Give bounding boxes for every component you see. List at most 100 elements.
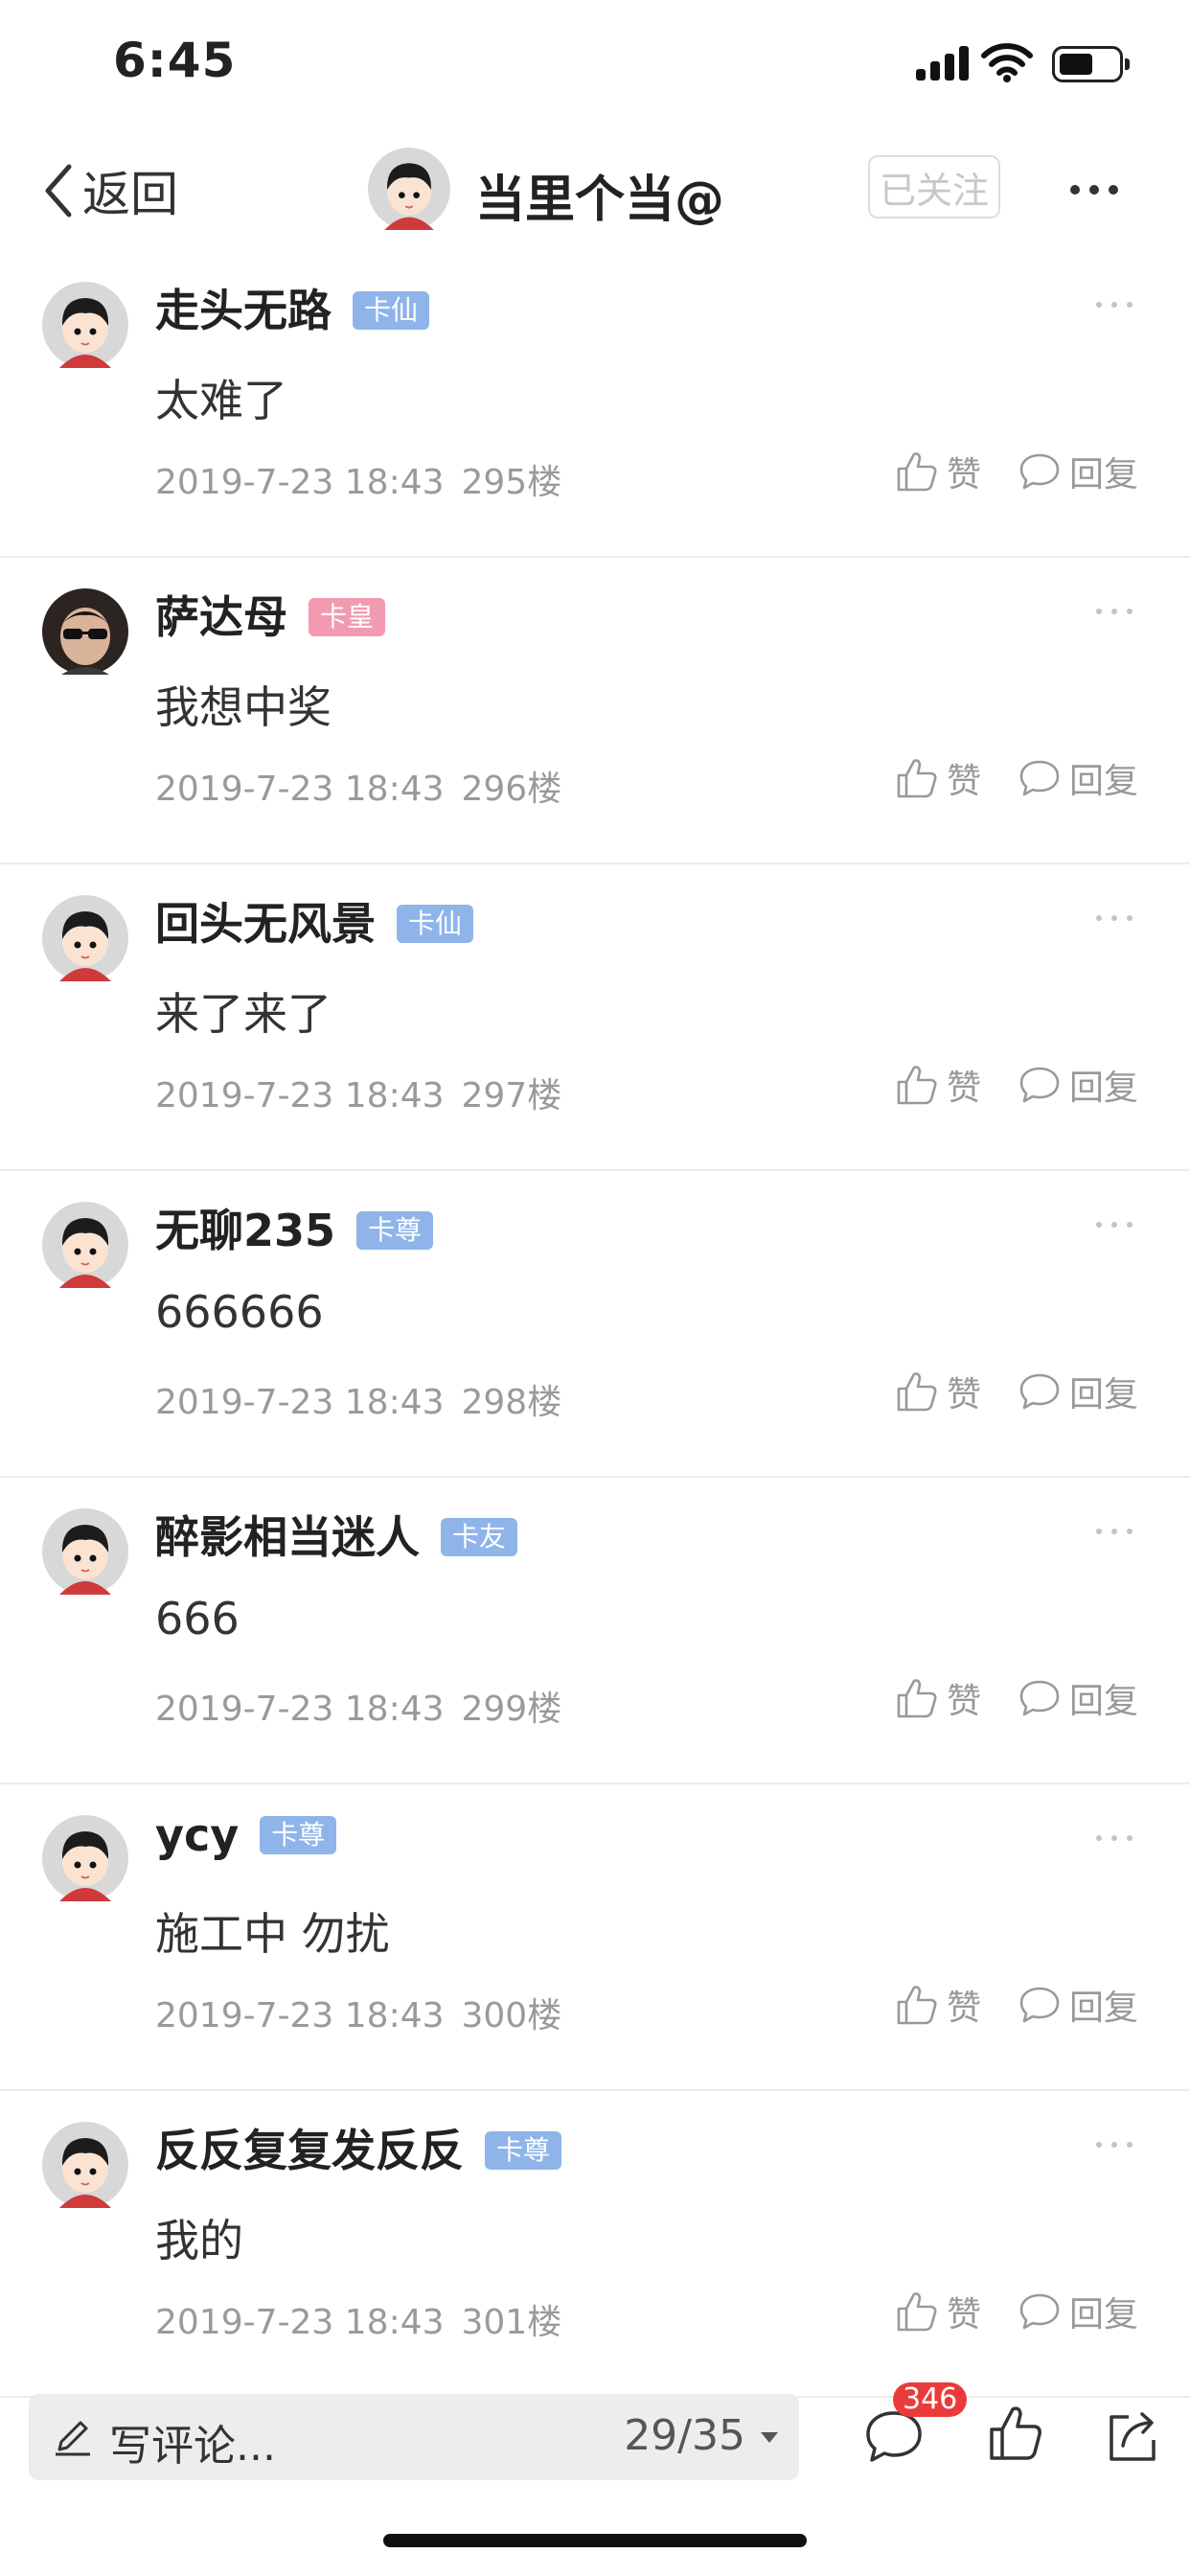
more-icon[interactable] xyxy=(1094,1832,1134,1844)
floor-number: 295楼 xyxy=(461,463,562,502)
thumbs-up-icon xyxy=(897,2292,937,2332)
username[interactable]: 反反复复发反反 卡尊 xyxy=(155,2116,562,2179)
reply-label: 回复 xyxy=(1069,455,1139,494)
like-button[interactable]: 赞 xyxy=(895,751,981,805)
like-button[interactable]: 赞 xyxy=(895,1978,981,2032)
page-title: 当里个当@ xyxy=(475,172,725,229)
username-text: 醉影相当迷人 xyxy=(155,1511,420,1563)
username[interactable]: 醉影相当迷人 卡友 xyxy=(155,1503,518,1566)
comment-input[interactable]: 写评论... 29/35 xyxy=(29,2394,799,2480)
comment-list: 走头无路 卡仙 太难了 2019-7-23 18:43 295楼 赞 回复 萨达母卡… xyxy=(0,251,1190,2398)
floor-number: 301楼 xyxy=(461,2303,562,2342)
home-indicator[interactable] xyxy=(383,2534,807,2547)
username-text: 回头无风景 xyxy=(155,898,376,950)
like-button[interactable]: 赞 xyxy=(895,1058,981,1112)
comment-content: 我的 xyxy=(155,2215,243,2266)
speech-bubble-icon xyxy=(1019,760,1060,796)
floor-number: 298楼 xyxy=(461,1383,562,1422)
comment-row: 无聊235 卡尊 666666 2019-7-23 18:43 298楼 赞 回复 xyxy=(0,1171,1190,1478)
like-button[interactable]: 赞 xyxy=(895,1365,981,1418)
floor-number: 297楼 xyxy=(461,1076,562,1116)
level-badge: 卡友 xyxy=(441,1517,518,1556)
comment-content: 来了来了 xyxy=(155,988,332,1040)
reply-button[interactable]: 回复 xyxy=(1018,751,1138,805)
reply-label: 回复 xyxy=(1069,762,1139,801)
comment-time: 2019-7-23 18:43 xyxy=(155,770,445,809)
reply-label: 回复 xyxy=(1069,2295,1139,2334)
more-icon[interactable] xyxy=(1094,1219,1134,1230)
comment-row: 萨达母 卡皇 我想中奖 2019-7-23 18:43 296楼 赞 回复 xyxy=(0,558,1190,864)
thumbs-up-icon xyxy=(897,1679,937,1718)
floor-number: 299楼 xyxy=(461,1690,562,1729)
pencil-icon xyxy=(56,2421,90,2456)
thumbs-up-icon xyxy=(897,452,937,492)
avatar[interactable] xyxy=(368,148,450,230)
reply-button[interactable]: 回复 xyxy=(1018,1058,1138,1112)
more-icon[interactable] xyxy=(1094,1526,1134,1537)
like-label: 赞 xyxy=(947,1069,982,1108)
username-text: 萨达母 xyxy=(155,591,287,643)
reply-button[interactable]: 回复 xyxy=(1018,2285,1138,2338)
reply-label: 回复 xyxy=(1069,1682,1139,1721)
more-icon[interactable] xyxy=(1094,2139,1134,2150)
level-badge: 卡仙 xyxy=(397,904,474,943)
comment-content: 太难了 xyxy=(155,375,287,426)
thumbs-up-icon xyxy=(897,1986,937,2025)
reply-button[interactable]: 回复 xyxy=(1018,1365,1138,1418)
username-text: 走头无路 xyxy=(155,285,332,336)
comment-meta: 2019-7-23 18:43 296楼 xyxy=(155,761,561,811)
more-icon[interactable] xyxy=(1094,606,1134,617)
reply-label: 回复 xyxy=(1069,1069,1139,1108)
battery-icon xyxy=(1052,46,1130,82)
comment-count-badge: 346 xyxy=(893,2382,968,2417)
more-icon[interactable] xyxy=(1094,299,1134,310)
avatar[interactable] xyxy=(42,1202,128,1288)
more-icon[interactable] xyxy=(1094,912,1134,924)
level-badge: 卡尊 xyxy=(260,1815,337,1854)
speech-bubble-icon xyxy=(1019,1680,1060,1716)
reply-button[interactable]: 回复 xyxy=(1018,1978,1138,2032)
follow-button[interactable]: 已关注 xyxy=(868,155,1000,218)
like-label: 赞 xyxy=(947,1375,982,1414)
more-icon[interactable] xyxy=(1069,171,1119,209)
comment-meta: 2019-7-23 18:43 300楼 xyxy=(155,1988,561,2037)
like-label: 赞 xyxy=(947,1682,982,1721)
username-text: ycy xyxy=(155,1809,240,1861)
page-indicator[interactable]: 29/35 xyxy=(624,2411,745,2460)
comment-placeholder: 写评论... xyxy=(109,2422,276,2471)
username[interactable]: ycy 卡尊 xyxy=(155,1809,337,1861)
avatar[interactable] xyxy=(42,588,128,675)
avatar[interactable] xyxy=(42,895,128,981)
comment-content: 666666 xyxy=(155,1286,324,1338)
like-label: 赞 xyxy=(947,1989,982,2028)
back-button[interactable]: 返回 xyxy=(42,157,178,224)
like-button[interactable]: 赞 xyxy=(895,2285,981,2338)
level-badge: 卡尊 xyxy=(485,2130,562,2170)
like-button[interactable]: 赞 xyxy=(895,1671,981,1725)
status-time: 6:45 xyxy=(113,33,237,88)
comment-row: 走头无路 卡仙 太难了 2019-7-23 18:43 295楼 赞 回复 xyxy=(0,251,1190,558)
share-icon[interactable] xyxy=(1104,2407,1161,2465)
like-label: 赞 xyxy=(947,2295,982,2334)
avatar[interactable] xyxy=(42,1815,128,1901)
username[interactable]: 无聊235 卡尊 xyxy=(155,1196,434,1259)
reply-button[interactable]: 回复 xyxy=(1018,1671,1138,1725)
comment-content: 施工中 勿扰 xyxy=(155,1908,390,1960)
comment-meta: 2019-7-23 18:43 298楼 xyxy=(155,1374,561,1424)
comment-meta: 2019-7-23 18:43 295楼 xyxy=(155,454,561,504)
thumbs-up-icon xyxy=(897,1372,937,1412)
like-label: 赞 xyxy=(947,455,982,494)
avatar[interactable] xyxy=(42,282,128,368)
comment-content: 666 xyxy=(155,1593,240,1644)
avatar[interactable] xyxy=(42,2122,128,2208)
speech-bubble-icon xyxy=(1019,1987,1060,2023)
username[interactable]: 走头无路 卡仙 xyxy=(155,276,430,339)
username[interactable]: 萨达母 卡皇 xyxy=(155,583,386,646)
comment-time: 2019-7-23 18:43 xyxy=(155,1076,445,1116)
like-button[interactable]: 赞 xyxy=(895,445,981,498)
thumbs-up-icon[interactable] xyxy=(987,2404,1042,2463)
reply-button[interactable]: 回复 xyxy=(1018,445,1138,498)
comment-meta: 2019-7-23 18:43 299楼 xyxy=(155,1681,561,1731)
avatar[interactable] xyxy=(42,1508,128,1595)
username[interactable]: 回头无风景 卡仙 xyxy=(155,889,474,953)
